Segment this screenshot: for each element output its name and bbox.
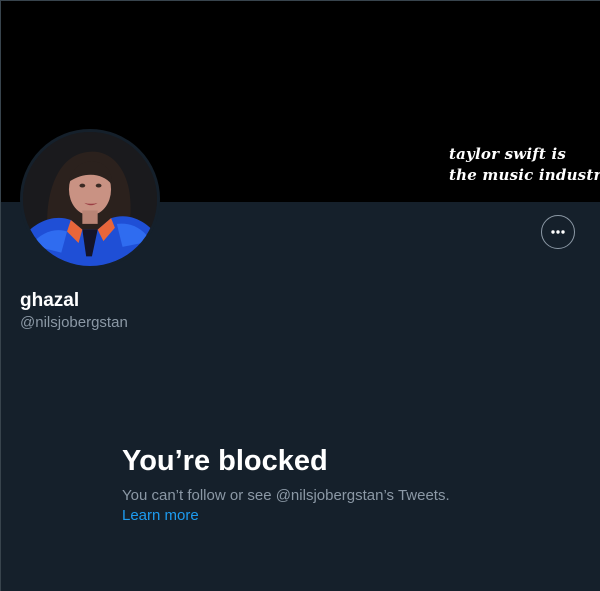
learn-more-link[interactable]: Learn more (122, 506, 199, 526)
avatar[interactable] (20, 129, 160, 269)
display-name: ghazal (20, 290, 80, 311)
banner-caption: taylor swift is the music industry (449, 144, 600, 186)
profile-page: taylor swift is the music industry ghaza… (0, 0, 600, 591)
blocked-description: You can’t follow or see @nilsjobergstan’… (122, 487, 450, 504)
more-options-button[interactable] (541, 215, 575, 249)
avatar-photo (23, 132, 157, 266)
ellipsis-icon (551, 230, 565, 234)
banner-caption-line-1: taylor swift is (449, 145, 566, 163)
blocked-title: You’re blocked (122, 445, 328, 477)
banner-caption-line-2: the music industry (449, 166, 600, 184)
user-handle: @nilsjobergstan (20, 314, 128, 331)
blocked-notice: You’re blocked You can’t follow or see @… (122, 441, 542, 526)
